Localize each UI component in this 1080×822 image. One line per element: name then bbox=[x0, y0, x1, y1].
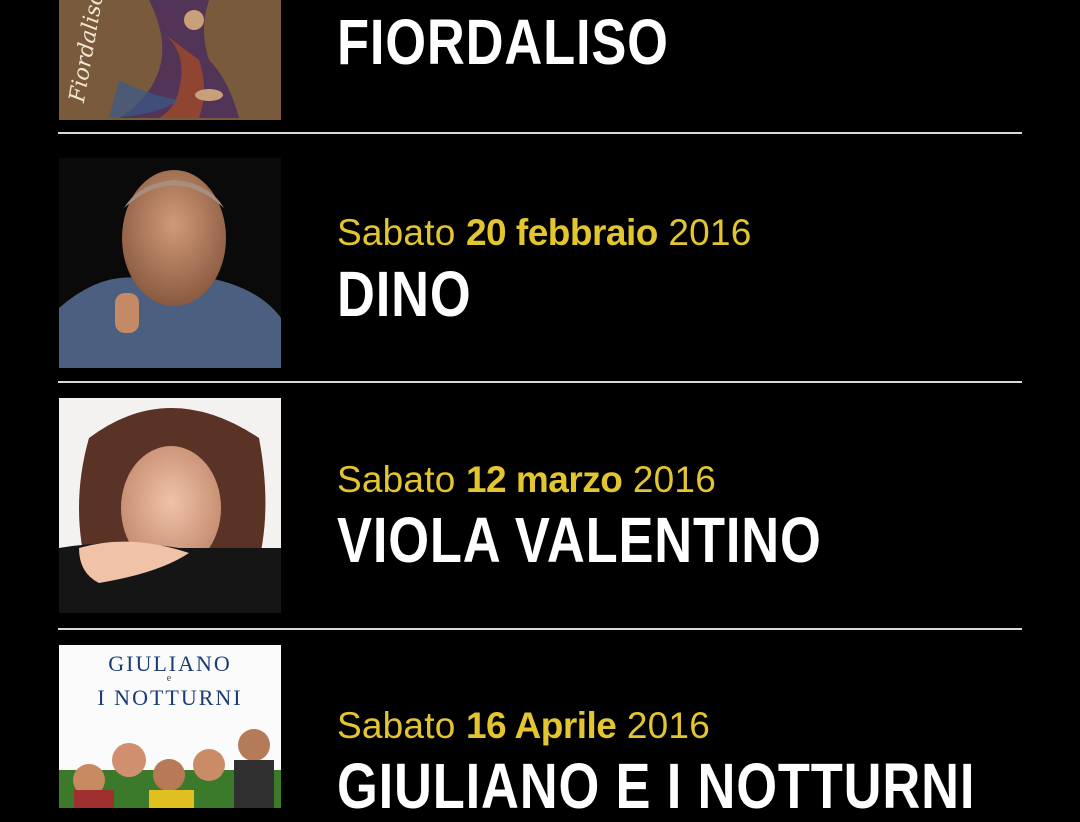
divider-2 bbox=[58, 381, 1022, 383]
event-year-2: 2016 bbox=[668, 212, 752, 253]
artist-name-3: VIOLA VALENTINO bbox=[337, 504, 822, 576]
artist-name-4: GIULIANO E I NOTTURNI bbox=[337, 750, 976, 822]
event-day-month-2: 20 febbraio bbox=[465, 212, 658, 253]
artist-name-2: DINO bbox=[337, 258, 472, 330]
divider-3 bbox=[58, 628, 1022, 630]
divider-1 bbox=[58, 132, 1022, 134]
band-members-art bbox=[59, 729, 281, 808]
cover-title-line2: I NOTTURNI bbox=[97, 685, 243, 710]
dino-portrait-art bbox=[59, 158, 281, 368]
viola-valentino-photo bbox=[59, 398, 281, 613]
fiordaliso-photo: Fiordaliso bbox=[59, 0, 281, 120]
event-date-3: Sabato 12 marzo 2016 bbox=[337, 459, 716, 501]
event-year-4: 2016 bbox=[626, 705, 710, 746]
event-date-4: Sabato 16 Aprile 2016 bbox=[337, 705, 710, 747]
giuliano-cover: GIULIANO e I NOTTURNI bbox=[59, 645, 281, 808]
event-year-3: 2016 bbox=[632, 459, 716, 500]
artist-name-1: FIORDALISO bbox=[337, 6, 669, 78]
event-day-month-4: 16 Aprile bbox=[465, 705, 617, 746]
cover-title-and: e bbox=[166, 673, 174, 684]
event-weekday-2: Sabato bbox=[337, 212, 456, 253]
viola-portrait-art bbox=[59, 398, 281, 613]
dino-photo bbox=[59, 158, 281, 368]
event-weekday-3: Sabato bbox=[337, 459, 456, 500]
event-weekday-4: Sabato bbox=[337, 705, 456, 746]
event-date-2: Sabato 20 febbraio 2016 bbox=[337, 212, 751, 254]
event-day-month-3: 12 marzo bbox=[465, 459, 623, 500]
